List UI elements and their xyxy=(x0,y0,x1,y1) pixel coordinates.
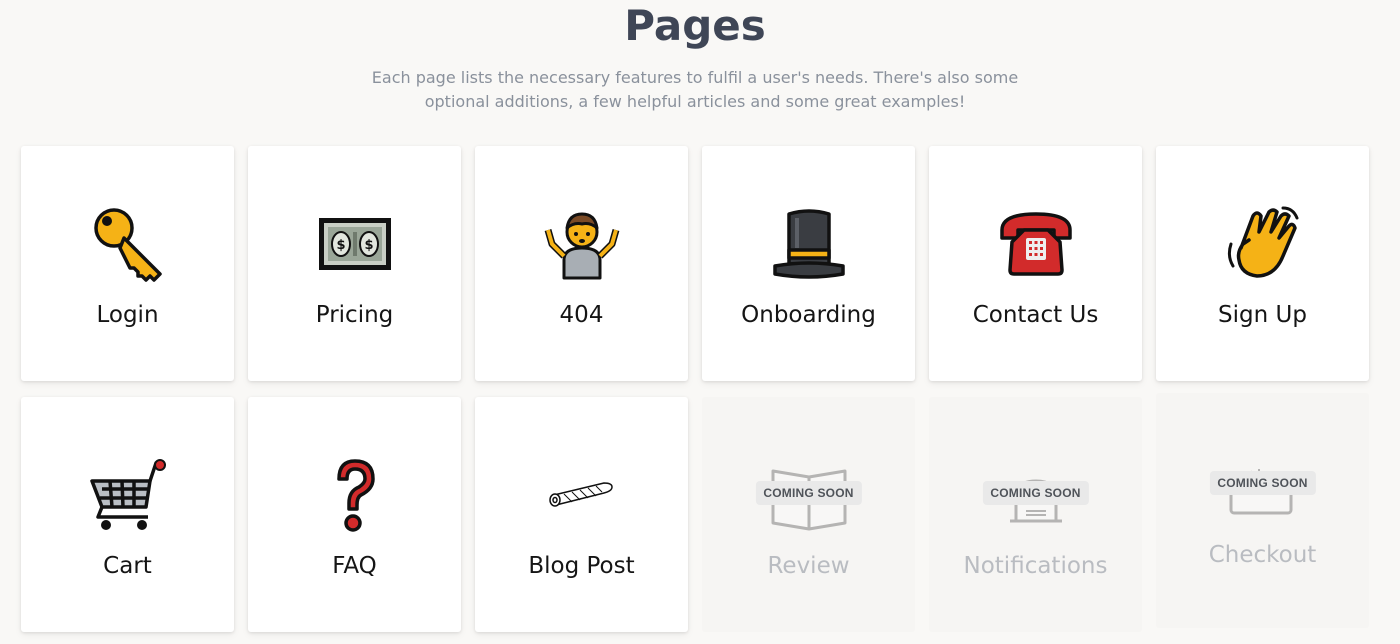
dollar-bill-icon: $ $ xyxy=(315,204,395,284)
pages-section: Pages Each page lists the necessary feat… xyxy=(0,0,1400,644)
card-blog-post[interactable]: Blog Post xyxy=(475,397,688,632)
card-contact-us[interactable]: Contact Us xyxy=(929,146,1142,381)
credit-card-icon xyxy=(1223,457,1303,537)
rolled-newspaper-icon xyxy=(542,455,622,535)
top-hat-icon xyxy=(769,204,849,284)
person-shrugging-icon xyxy=(542,204,622,284)
card-label: Contact Us xyxy=(972,302,1099,328)
card-label: Blog Post xyxy=(528,553,635,579)
card-label: FAQ xyxy=(332,553,377,579)
card-cart[interactable]: Cart xyxy=(21,397,234,632)
question-mark-icon xyxy=(315,455,395,535)
card-review: COMING SOON Review xyxy=(702,397,915,632)
card-label: Sign Up xyxy=(1218,302,1307,328)
waving-hand-icon xyxy=(1223,204,1303,284)
card-label: Cart xyxy=(103,553,152,579)
card-label: Notifications xyxy=(963,553,1108,579)
card-pricing[interactable]: $ $ Pricing xyxy=(248,146,461,381)
page-title: Pages xyxy=(624,1,766,50)
card-label: Checkout xyxy=(1208,542,1317,568)
svg-text:$: $ xyxy=(364,238,373,253)
coming-soon-badge: COMING SOON xyxy=(755,481,862,505)
card-onboarding[interactable]: Onboarding xyxy=(702,146,915,381)
coming-soon-badge: COMING SOON xyxy=(1209,471,1316,495)
card-checkout: COMING SOON Checkout xyxy=(1156,393,1369,628)
coming-soon-badge: COMING SOON xyxy=(982,481,1089,505)
card-label: Onboarding xyxy=(741,302,876,328)
card-faq[interactable]: FAQ xyxy=(248,397,461,632)
card-404[interactable]: 404 xyxy=(475,146,688,381)
card-login[interactable]: Login xyxy=(21,146,234,381)
svg-text:$: $ xyxy=(336,238,345,253)
card-label: Review xyxy=(767,553,850,579)
subtitle-line-2: optional additions, a few helpful articl… xyxy=(424,92,966,111)
page-subtitle: Each page lists the necessary features t… xyxy=(360,66,1030,114)
card-sign-up[interactable]: Sign Up xyxy=(1156,146,1369,381)
card-label: 404 xyxy=(559,302,604,328)
pages-grid: Login $ $ Pricing 404 Onboarding Contact… xyxy=(21,146,1369,632)
shopping-cart-icon xyxy=(88,455,168,535)
card-notifications: COMING SOON Notifications xyxy=(929,397,1142,632)
card-label: Pricing xyxy=(315,302,394,328)
telephone-icon xyxy=(996,204,1076,284)
key-icon xyxy=(88,204,168,284)
card-label: Login xyxy=(96,302,159,328)
subtitle-line-1: Each page lists the necessary features t… xyxy=(371,68,1019,87)
